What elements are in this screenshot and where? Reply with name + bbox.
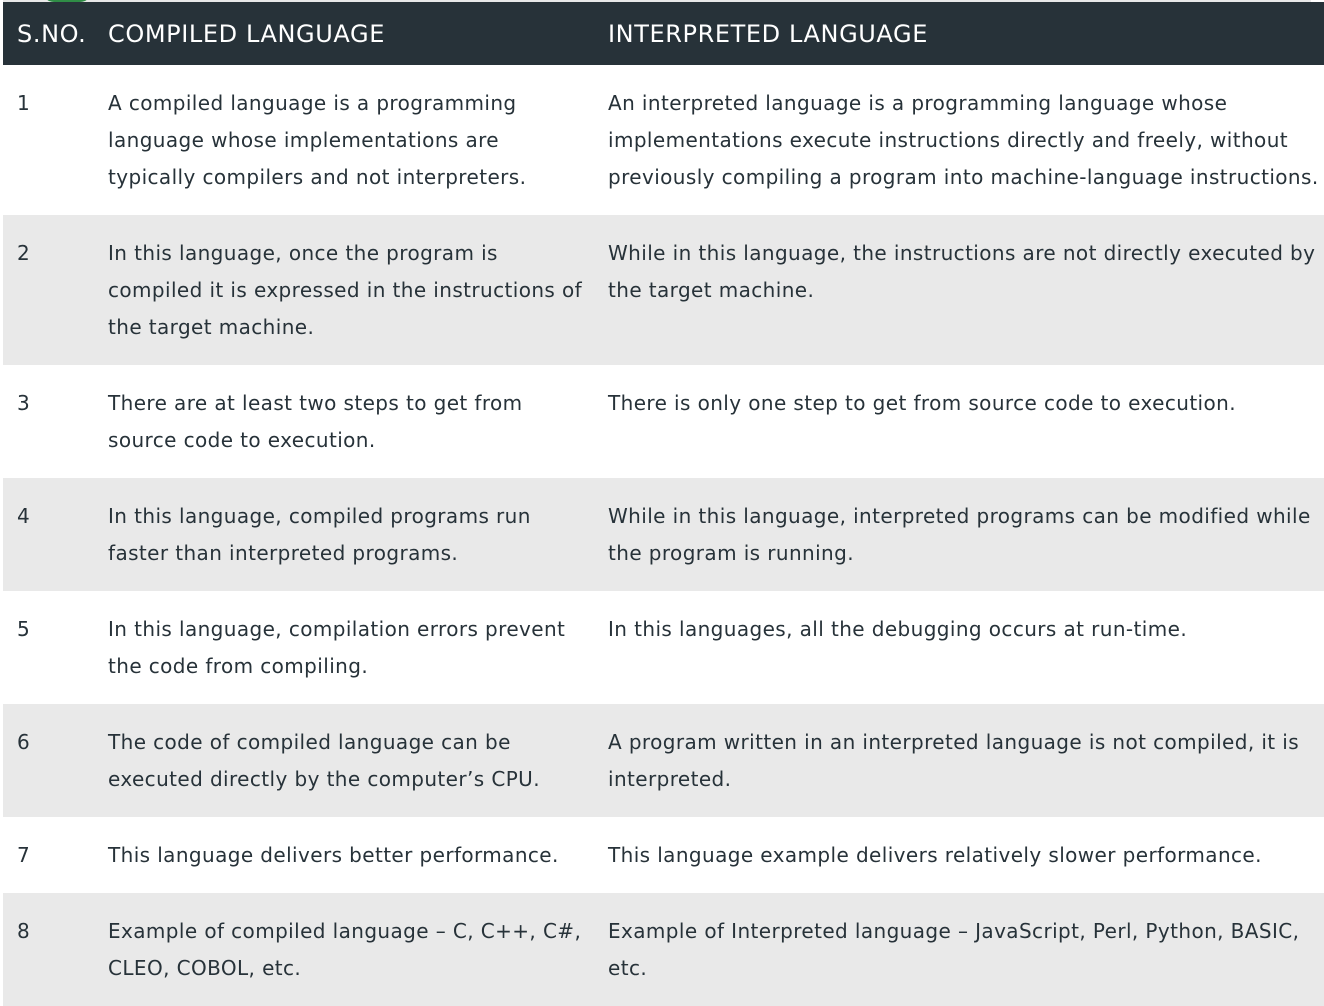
cell-compiled: In this language, compiled programs run …: [108, 504, 531, 565]
cell-compiled: A compiled language is a programming lan…: [108, 91, 527, 189]
cell-interpreted: This language example delivers relativel…: [608, 843, 1262, 867]
cell-compiled: In this language, once the program is co…: [108, 241, 583, 339]
cell-sno: 6: [17, 730, 31, 754]
cell-compiled: There are at least two steps to get from…: [108, 391, 523, 452]
cell-interpreted: While in this language, the instructions…: [608, 241, 1316, 302]
cell-interpreted: There is only one step to get from sourc…: [608, 391, 1236, 415]
cell-sno: 1: [17, 91, 31, 115]
table-row: 5 In this language, compilation errors p…: [3, 591, 1324, 704]
cell-sno: 2: [17, 241, 31, 265]
table-row: 4 In this language, compiled programs ru…: [3, 478, 1324, 591]
cell-interpreted: A program written in an interpreted lang…: [608, 730, 1300, 791]
cell-interpreted: In this languages, all the debugging occ…: [608, 617, 1188, 641]
cell-sno: 5: [17, 617, 31, 641]
cell-compiled: The code of compiled language can be exe…: [108, 730, 540, 791]
table-header: S.NO. COMPILED LANGUAGE INTERPRETED LANG…: [3, 2, 1324, 65]
cell-interpreted: Example of Interpreted language – JavaSc…: [608, 919, 1300, 980]
table-row: 1 A compiled language is a programming l…: [3, 65, 1324, 215]
header-compiled-language: COMPILED LANGUAGE: [93, 2, 593, 65]
table-row: 8 Example of compiled language – C, C++,…: [3, 893, 1324, 1006]
cell-interpreted: An interpreted language is a programming…: [608, 91, 1319, 189]
comparison-table: S.NO. COMPILED LANGUAGE INTERPRETED LANG…: [3, 2, 1324, 1006]
table-row: 2 In this language, once the program is …: [3, 215, 1324, 365]
table-row: 6 The code of compiled language can be e…: [3, 704, 1324, 817]
cell-sno: 7: [17, 843, 31, 867]
header-interpreted-language: INTERPRETED LANGUAGE: [593, 2, 1324, 65]
cell-compiled: This language delivers better performanc…: [108, 843, 559, 867]
cell-interpreted: While in this language, interpreted prog…: [608, 504, 1311, 565]
cell-sno: 4: [17, 504, 31, 528]
header-row: S.NO. COMPILED LANGUAGE INTERPRETED LANG…: [3, 2, 1324, 65]
header-sno: S.NO.: [3, 2, 93, 65]
cell-sno: 3: [17, 391, 31, 415]
cell-compiled: In this language, compilation errors pre…: [108, 617, 566, 678]
table-row: 3 There are at least two steps to get fr…: [3, 365, 1324, 478]
table-row: 7 This language delivers better performa…: [3, 817, 1324, 893]
table-body: 1 A compiled language is a programming l…: [3, 65, 1324, 1006]
cell-compiled: Example of compiled language – C, C++, C…: [108, 919, 582, 980]
cell-sno: 8: [17, 919, 31, 943]
